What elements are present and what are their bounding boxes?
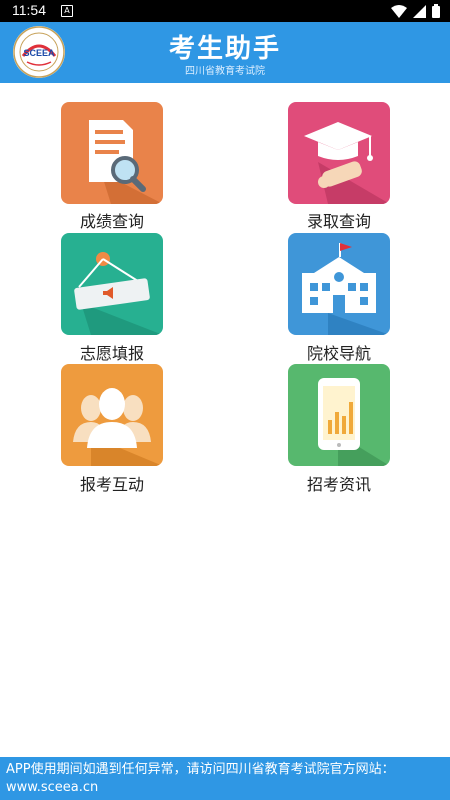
- hanging-sign-icon: [61, 233, 163, 335]
- notification-a-icon: A: [61, 5, 73, 17]
- admission-query-button[interactable]: [288, 102, 390, 204]
- exam-interaction-button[interactable]: [61, 364, 163, 466]
- exam-news-button[interactable]: [288, 364, 390, 466]
- school-nav-label: 院校导航: [306, 344, 371, 363]
- footer-url-link[interactable]: www.sceea.cn: [6, 779, 444, 797]
- app-subtitle: 四川省教育考试院: [185, 66, 265, 77]
- document-search-icon: [61, 102, 163, 204]
- graduation-diploma-icon: [288, 102, 390, 204]
- status-time: 11:54: [12, 2, 46, 18]
- admission-query-label: 录取查询: [306, 212, 371, 231]
- score-query-label: 成绩查询: [79, 212, 144, 231]
- signal-icon: [413, 4, 426, 18]
- footer-notice: APP使用期间如遇到任何异常，请访问四川省教育考试院官方网站： www.scee…: [0, 757, 450, 800]
- footer-notice-text: APP使用期间如遇到任何异常，请访问四川省教育考试院官方网站：: [6, 762, 395, 777]
- app-header: SCEEA 考生助手 四川省教育考试院: [0, 22, 450, 83]
- school-nav-button[interactable]: [288, 233, 390, 335]
- people-icon: [61, 364, 163, 466]
- score-query-button[interactable]: [61, 102, 163, 204]
- tablet-chart-icon: [288, 364, 390, 466]
- app-title: 考生助手: [168, 34, 281, 64]
- wifi-icon: [391, 4, 407, 18]
- volunteer-fill-button[interactable]: [61, 233, 163, 335]
- volunteer-fill-label: 志愿填报: [79, 344, 144, 363]
- status-bar: 11:54 A: [0, 0, 450, 22]
- exam-news-label: 招考资讯: [306, 475, 371, 494]
- school-building-icon: [288, 233, 390, 335]
- battery-icon: [432, 4, 440, 18]
- exam-interaction-label: 报考互动: [79, 475, 144, 494]
